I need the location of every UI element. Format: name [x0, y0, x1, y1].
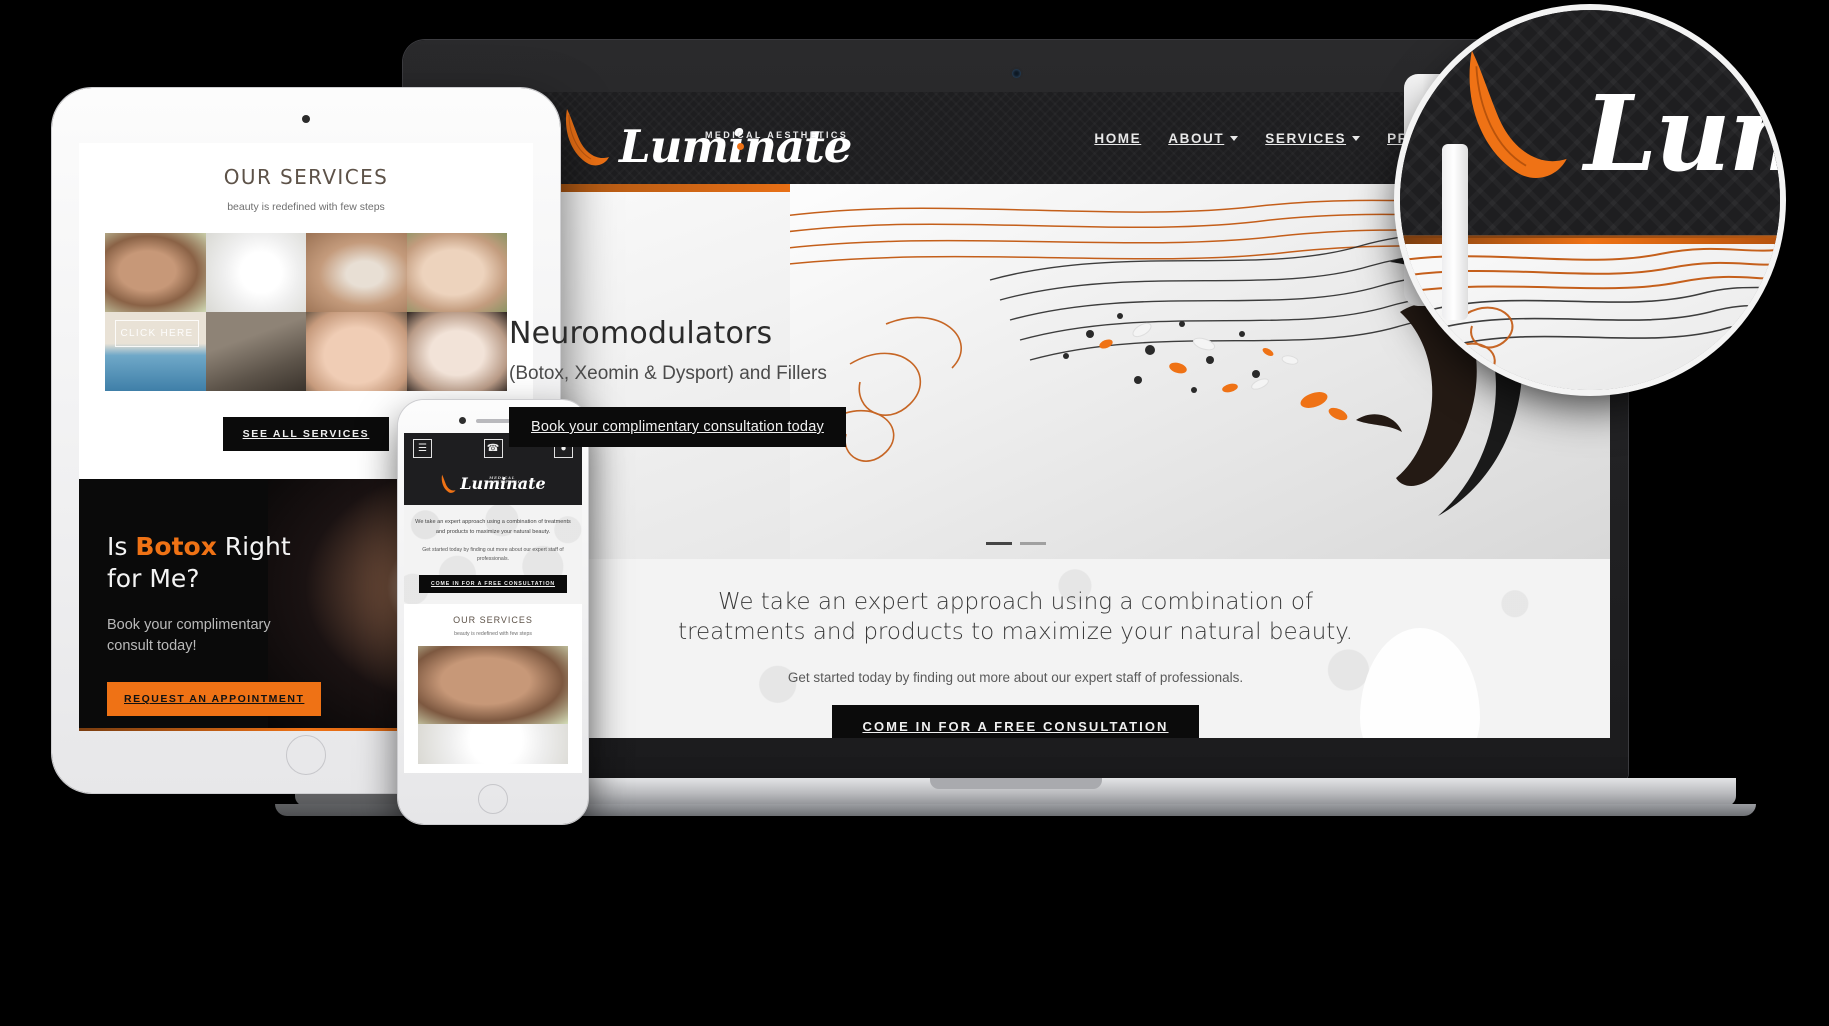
tablet-home-button[interactable] [286, 735, 326, 775]
logo-name: Luminate [619, 120, 852, 173]
mobile-service-image-2[interactable] [418, 723, 568, 764]
hero-subheading: (Botox, Xeomin & Dysport) and Fillers [509, 363, 827, 384]
service-tile[interactable] [306, 233, 407, 312]
service-tile[interactable] [406, 312, 507, 391]
tile-image-man-portrait [105, 233, 206, 312]
phone-camera-icon [459, 417, 466, 424]
tile-image-lips-finger [406, 233, 507, 312]
hero-cta-button[interactable]: Book your complimentary consultation tod… [509, 407, 846, 447]
nav-item-services[interactable]: SERVICES [1265, 130, 1361, 146]
tile-image-white-flower [205, 233, 306, 312]
tile-image-legs-spa [205, 312, 306, 391]
chevron-down-icon [1230, 135, 1239, 141]
nav-item-about-label: ABOUT [1168, 130, 1225, 146]
tablet-services-subheading: beauty is redefined with few steps [227, 201, 385, 213]
botox-heading-before: Is [107, 532, 136, 561]
intro-subline: Get started today by finding out more ab… [787, 669, 1244, 685]
feather-icon [561, 107, 613, 169]
laptop-base-notch [929, 778, 1102, 789]
phone-speaker [476, 419, 510, 423]
request-appointment-button[interactable]: REQUEST AN APPOINTMENT [107, 682, 322, 717]
service-tile[interactable] [105, 233, 206, 312]
carousel-indicator-1[interactable] [985, 542, 1012, 545]
intro-section: We take an expert approach using a combi… [421, 559, 1610, 738]
magnified-wordmark: MEDICAL AESTHETICS Luminate [1584, 82, 1780, 186]
tablet-services-section: OUR SERVICES beauty is redefined with fe… [79, 143, 533, 213]
nav-item-home-label: HOME [1094, 130, 1142, 146]
feather-icon [1458, 46, 1576, 186]
composite-mockup-scene: MEDICAL AESTHETICS Luminate HOME ABOUT S… [0, 0, 1829, 1026]
site-logo[interactable]: MEDICAL AESTHETICS Luminate [561, 107, 852, 169]
services-image-grid: CLICK HERE [105, 233, 507, 391]
nav-item-about[interactable]: ABOUT [1168, 130, 1239, 146]
laptop-camera-icon [1011, 69, 1021, 78]
botox-copy: Is Botox Right for Me? Book your complim… [79, 479, 533, 717]
service-tile[interactable]: CLICK HERE [105, 312, 206, 391]
magnified-brand-name: Luminate [1584, 72, 1780, 195]
phone-home-button[interactable] [478, 784, 508, 814]
logo-wordmark: MEDICAL AESTHETICS Luminate [619, 124, 852, 169]
magnifier-circle: MEDICAL AESTHETICS Luminate [1400, 10, 1780, 390]
see-all-services-button[interactable]: SEE ALL SERVICES [222, 417, 390, 451]
nav-item-home[interactable]: HOME [1094, 131, 1141, 146]
tablet-botox-section: Is Botox Right for Me? Book your complim… [79, 479, 533, 731]
click-here-overlay[interactable]: CLICK HERE [115, 320, 199, 347]
chevron-down-icon [1352, 135, 1361, 141]
botox-heading: Is Botox Right for Me? [107, 531, 322, 595]
service-tile[interactable] [205, 312, 306, 391]
service-tile[interactable] [306, 312, 407, 391]
service-tile[interactable] [406, 233, 507, 312]
logo-accent-dot [737, 143, 744, 150]
menu-icon[interactable]: ☰ [413, 438, 432, 458]
service-tile[interactable] [205, 233, 306, 312]
tile-image-white-flower [418, 723, 568, 764]
magnified-device-edge [1442, 144, 1468, 320]
hero-heading: Neuromodulators [509, 316, 773, 351]
magnified-logo: MEDICAL AESTHETICS Luminate [1458, 46, 1780, 186]
tile-image-eyes-closed-makeup [306, 312, 407, 391]
hero-copy: Neuromodulators (Botox, Xeomin & Dysport… [509, 316, 846, 447]
intro-headline: We take an expert approach using a combi… [678, 589, 1353, 646]
botox-body: Book your complimentary consult today! [107, 617, 271, 654]
botox-heading-accent: Botox [135, 532, 217, 561]
logo-tagline: MEDICAL AESTHETICS [705, 130, 849, 140]
carousel-indicator-2[interactable] [1019, 542, 1046, 545]
tile-image-eye-closeup [306, 233, 407, 312]
intro-cta-button[interactable]: COME IN FOR A FREE CONSULTATION [832, 704, 1199, 738]
tablet-services-heading: OUR SERVICES [223, 165, 389, 189]
carousel-indicators[interactable] [985, 542, 1046, 545]
tablet-camera-icon [302, 115, 310, 123]
phone-icon[interactable]: ☎ [483, 438, 503, 458]
nav-item-services-label: SERVICES [1265, 130, 1347, 146]
laptop-chin [421, 740, 1610, 766]
tile-image-face-portrait [406, 312, 507, 391]
